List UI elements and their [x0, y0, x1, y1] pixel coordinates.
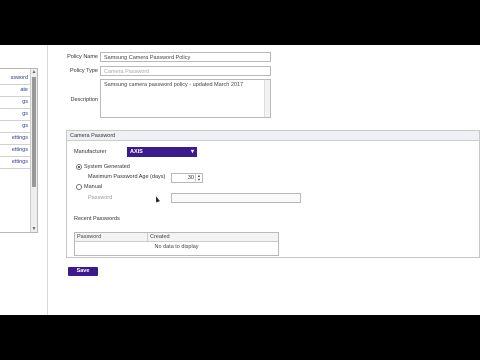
camera-password-panel: Camera Password Manufacturer AXIS ▾ Syst… — [66, 130, 480, 258]
grid-header: Password Created — [75, 233, 278, 242]
max-age-stepper[interactable]: 30 ▲ ▼ — [171, 173, 203, 183]
recent-passwords-grid: Password Created No data to display — [74, 232, 279, 256]
scroll-thumb[interactable] — [32, 77, 36, 187]
manual-radio[interactable] — [76, 184, 82, 190]
manufacturer-value: AXIS — [130, 149, 143, 155]
policy-type-label: Policy Type — [69, 68, 98, 74]
scroll-down-icon[interactable]: ▼ — [31, 226, 37, 232]
max-age-label: Maximum Password Age (days) — [88, 174, 166, 180]
save-button[interactable]: Save — [68, 267, 98, 276]
max-age-value: 30 — [187, 175, 194, 181]
sidebar-item-settings-6[interactable]: ettings — [0, 156, 30, 169]
system-generated-label: System Generated — [84, 164, 130, 170]
textarea-scrollbar[interactable] — [264, 80, 270, 117]
app-window: ssword ate gs gs gs ettings ettings etti… — [0, 45, 480, 315]
grid-column-created[interactable]: Created — [148, 233, 170, 241]
grid-empty-message: No data to display — [154, 244, 199, 250]
password-label: Password — [88, 195, 113, 201]
manual-label: Manual — [84, 184, 103, 190]
description-label: Description — [70, 97, 98, 103]
sidebar-list[interactable]: ssword ate gs gs gs ettings ettings etti… — [0, 68, 38, 233]
scroll-up-icon[interactable]: ▲ — [31, 69, 37, 75]
policy-type-placeholder: Camera Password — [104, 69, 150, 75]
recent-passwords-label: Recent Passwords — [74, 216, 120, 222]
system-generated-radio[interactable] — [76, 164, 82, 170]
manufacturer-select[interactable]: AXIS ▾ — [127, 147, 197, 157]
manufacturer-label: Manufacturer — [74, 149, 107, 155]
description-text: Samsung camera password policy - updated… — [104, 82, 244, 88]
policy-name-label: Policy Name — [67, 54, 98, 60]
sidebar-divider — [47, 45, 48, 315]
panel-header: Camera Password — [67, 131, 479, 141]
stepper-arrows-icon[interactable]: ▲ ▼ — [195, 174, 202, 182]
policy-type-field[interactable]: Camera Password — [100, 66, 271, 76]
grid-column-password[interactable]: Password — [75, 233, 148, 241]
description-textarea[interactable]: Samsung camera password policy - updated… — [100, 79, 271, 118]
policy-name-field[interactable]: Samsung Camera Password Policy — [100, 52, 271, 62]
password-field[interactable] — [171, 193, 301, 203]
chevron-down-icon: ▾ — [190, 149, 194, 155]
sidebar-scrollbar[interactable]: ▲ ▼ — [30, 69, 37, 232]
